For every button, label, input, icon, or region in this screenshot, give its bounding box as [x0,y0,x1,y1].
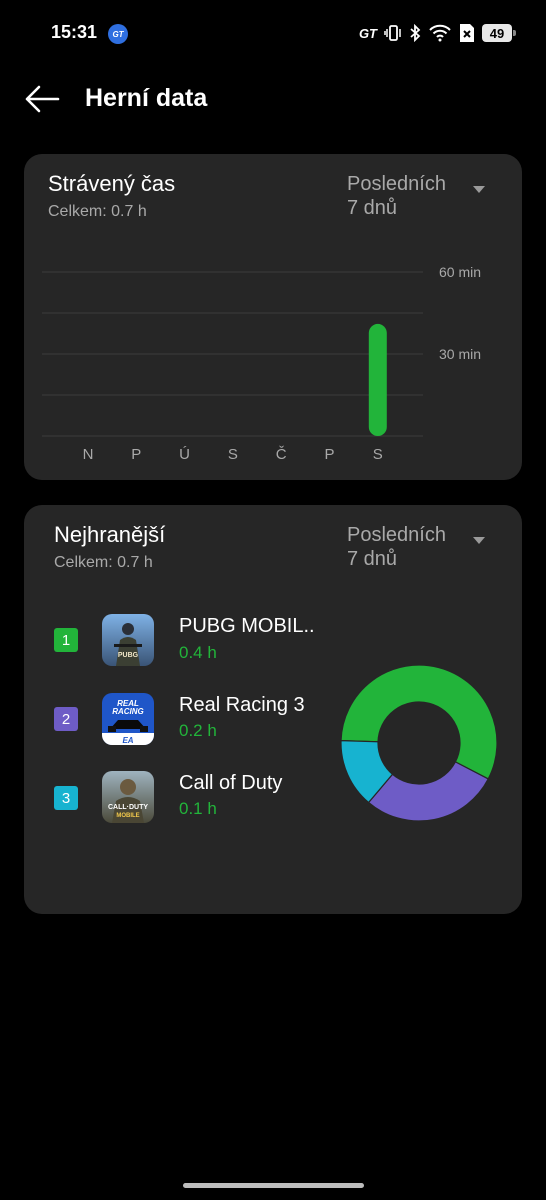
cod-logo-line2: MOBILE [116,813,139,819]
vibrate-icon [384,25,401,41]
period-dropdown[interactable]: Posledních 7 dnů [347,523,485,571]
call-of-duty-icon-art: CALL·DUTY MOBILE [102,771,154,823]
home-indicator[interactable] [183,1183,364,1188]
status-icons: GT 49 [358,22,516,44]
status-bar: 15:31 GT GT 49 [0,0,546,66]
share-donut-chart [340,664,498,822]
x-tick-label: P [324,446,334,463]
game-name: Call of Duty [179,772,283,794]
period-line2: 7 dnů [347,548,398,570]
real-racing-logo-line2: RACING [112,707,144,716]
x-tick-label: S [373,446,383,463]
time-spent-card: Strávený čas Celkem: 0.7 h Posledních 7 … [24,154,522,480]
no-sim-icon [460,24,474,42]
rank-badge: 1 [54,628,78,652]
pubg-icon-art: PUBG [102,614,154,666]
page-title: Herní data [85,84,208,112]
y-tick-label: 30 min [439,346,481,362]
x-tick-label: S [228,446,238,463]
x-tick-label: P [131,446,141,463]
x-tick-label: Ú [179,446,190,463]
battery-icon: 49 [482,24,516,42]
rank-badge: 3 [54,786,78,810]
pubg-logo-text: PUBG [118,652,139,659]
y-tick-label: 60 min [439,264,481,280]
pubg-app-icon[interactable]: PUBG [102,614,154,666]
period-line1: Posledních [347,524,446,546]
game-time: 0.4 h [179,643,217,662]
bar[interactable] [368,323,387,436]
wifi-icon [429,24,451,42]
back-button[interactable] [22,82,62,116]
card-title: Nejhranější [54,522,166,547]
game-name: PUBG MOBIL.. [179,615,315,637]
gt-badge-icon: GT [108,24,128,44]
arrow-left-icon [25,85,60,113]
x-tick-label: N [83,446,94,463]
time-bar-chart: 30 min 60 min N P Ú S Č P S [42,264,481,463]
status-time: 15:31 [51,22,98,42]
game-name: Real Racing 3 [179,694,305,716]
bluetooth-icon [410,24,421,42]
dropdown-arrow-icon [473,537,485,544]
real-racing-icon-art: REAL RACING EA [102,693,154,745]
game-time: 0.2 h [179,721,217,740]
call-of-duty-app-icon[interactable]: CALL·DUTY MOBILE [102,771,154,823]
most-played-card: Nejhranější Celkem: 0.7 h Posledních 7 d… [24,505,522,914]
real-racing-app-icon[interactable]: REAL RACING EA [102,693,154,745]
ea-logo-text: EA [122,736,133,745]
gt-icon: GT [358,25,377,41]
x-tick-label: Č [276,446,287,463]
app-header: Herní data [0,66,546,132]
total-time: Celkem: 0.7 h [54,554,153,571]
game-time: 0.1 h [179,799,217,818]
cod-logo-line1: CALL·DUTY [108,804,148,811]
rank-badge: 2 [54,707,78,731]
